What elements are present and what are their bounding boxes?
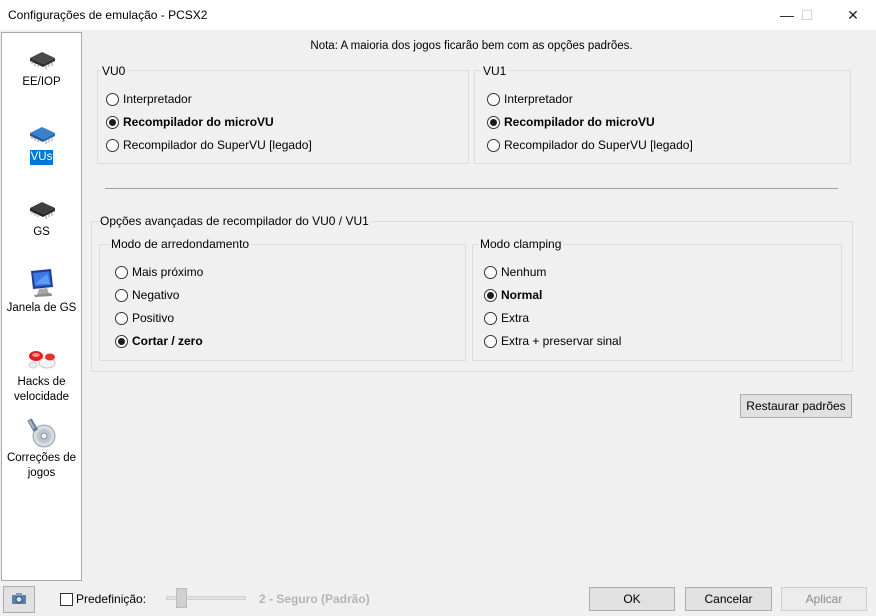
radio-button[interactable]: [115, 265, 128, 279]
monitor-icon: [26, 267, 58, 299]
rounding-chop-radio[interactable]: Cortar / zero: [115, 333, 203, 349]
gs-chip-icon: [26, 195, 58, 223]
category-game-fixes[interactable]: Correções de jogos: [2, 417, 81, 481]
vu0-group-title: VU0: [100, 64, 128, 78]
screenshot-button[interactable]: [3, 586, 35, 613]
rounding-group-title: Modo de arredondamento: [109, 237, 252, 251]
window-title: Configurações de emulação - PCSX2: [8, 8, 208, 22]
radio-button[interactable]: [106, 138, 119, 152]
radio-button[interactable]: [484, 334, 497, 348]
preset-checkbox[interactable]: [60, 593, 73, 606]
radio-button[interactable]: [115, 334, 128, 348]
category-vus[interactable]: VUs: [2, 120, 81, 165]
rounding-negative-radio[interactable]: Negativo: [115, 287, 179, 303]
radio-button[interactable]: [487, 138, 500, 152]
separator-line: [105, 188, 838, 189]
note-text: Nota: A maioria dos jogos ficarão bem co…: [310, 40, 633, 52]
vu0-interpreter-radio[interactable]: Interpretador: [106, 91, 192, 107]
category-label: GS: [33, 226, 50, 238]
clamping-normal-radio[interactable]: Normal: [484, 287, 542, 303]
category-label: Correções de jogos: [6, 452, 77, 479]
preset-slider-thumb[interactable]: [176, 588, 187, 608]
vu1-group-title: VU1: [481, 64, 509, 78]
apply-button: Aplicar: [781, 587, 867, 611]
radio-button[interactable]: [115, 288, 128, 302]
clamping-extra-sign-radio[interactable]: Extra + preservar sinal: [484, 333, 621, 349]
camera-icon: [10, 590, 28, 609]
vu0-microvu-radio[interactable]: Recompilador do microVU: [106, 114, 274, 130]
category-speed-hacks[interactable]: Hacks de velocidade: [2, 345, 81, 405]
title-bar: Configurações de emulação - PCSX2 — ☐ ✕: [0, 0, 876, 30]
close-button[interactable]: ✕: [830, 0, 876, 30]
vu0-supervu-radio[interactable]: Recompilador do SuperVU [legado]: [106, 137, 312, 153]
ok-button[interactable]: OK: [589, 587, 675, 611]
pills-icon: [26, 345, 58, 373]
preset-value: 2 - Seguro (Padrão): [259, 592, 370, 606]
radio-button[interactable]: [484, 311, 497, 325]
category-gs[interactable]: GS: [2, 195, 81, 240]
vu1-supervu-radio[interactable]: Recompilador do SuperVU [legado]: [487, 137, 693, 153]
category-label: Hacks de velocidade: [14, 376, 69, 403]
advanced-group-title: Opções avançadas de recompilador do VU0 …: [98, 214, 371, 228]
cancel-button[interactable]: Cancelar: [685, 587, 772, 611]
radio-button[interactable]: [115, 311, 128, 325]
rounding-positive-radio[interactable]: Positivo: [115, 310, 174, 326]
category-label: VUs: [29, 150, 54, 165]
radio-button[interactable]: [106, 115, 119, 129]
rounding-nearest-radio[interactable]: Mais próximo: [115, 264, 203, 280]
preset-label: Predefinição:: [76, 592, 147, 606]
radio-button[interactable]: [484, 265, 497, 279]
clamping-extra-radio[interactable]: Extra: [484, 310, 529, 326]
clamping-group-title: Modo clamping: [478, 237, 564, 251]
radio-button[interactable]: [487, 92, 500, 106]
radio-button[interactable]: [484, 288, 497, 302]
clamping-none-radio[interactable]: Nenhum: [484, 264, 546, 280]
category-list: EE/IOP VUs GS Janela de GS Hacks de velo…: [1, 32, 82, 581]
maximize-button: ☐: [800, 6, 814, 23]
disc-icon: [26, 417, 58, 449]
vu-chip-icon: [26, 120, 58, 148]
category-gs-window[interactable]: Janela de GS: [2, 267, 81, 316]
category-label: Janela de GS: [6, 302, 77, 314]
vu1-microvu-radio[interactable]: Recompilador do microVU: [487, 114, 655, 130]
radio-button[interactable]: [487, 115, 500, 129]
restore-defaults-button[interactable]: Restaurar padrões: [740, 394, 852, 418]
category-label: EE/IOP: [22, 76, 61, 88]
vu1-interpreter-radio[interactable]: Interpretador: [487, 91, 573, 107]
radio-button[interactable]: [106, 92, 119, 106]
